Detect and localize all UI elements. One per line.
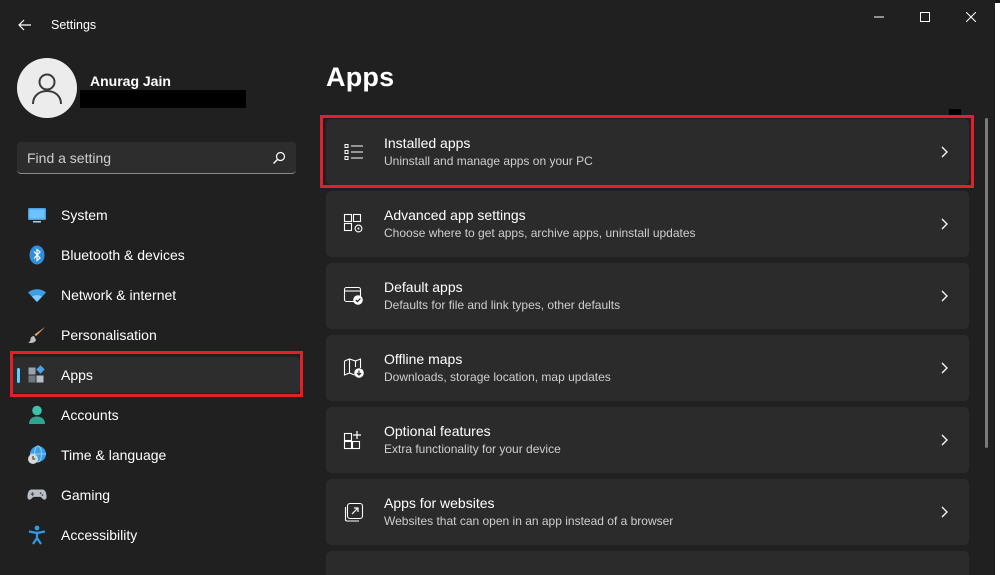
card-description: Downloads, storage location, map updates [384, 370, 611, 384]
minimize-button[interactable] [856, 5, 902, 29]
sidebar-item-accounts[interactable]: Accounts [12, 397, 300, 433]
chevron-right-icon [941, 506, 948, 518]
user-name: Anurag Jain [90, 73, 171, 89]
settings-window: Settings Anurag Jain Find a setting Syst… [0, 0, 995, 575]
user-icon [32, 73, 62, 105]
sidebar-item-bluetooth-devices[interactable]: Bluetooth & devices [12, 237, 300, 273]
sidebar-item-label: Bluetooth & devices [61, 247, 185, 263]
card-description: Extra functionality for your device [384, 442, 561, 456]
list-icon [343, 141, 365, 163]
card-apps-for-websites[interactable]: Apps for websites Websites that can open… [326, 479, 969, 545]
sidebar-item-network-internet[interactable]: Network & internet [12, 277, 300, 313]
card-description: Uninstall and manage apps on your PC [384, 154, 593, 168]
app-settings-icon [343, 213, 365, 235]
sidebar-item-label: Apps [61, 367, 93, 383]
paintbrush-icon [27, 325, 47, 345]
maximize-icon [920, 12, 930, 22]
sidebar-item-personalisation[interactable]: Personalisation [12, 317, 300, 353]
sidebar-item-label: System [61, 207, 108, 223]
sidebar-item-apps[interactable]: Apps [12, 357, 300, 393]
wifi-icon [27, 285, 47, 305]
bluetooth-icon [27, 245, 47, 265]
chevron-right-icon [941, 434, 948, 446]
sidebar-item-label: Gaming [61, 487, 111, 503]
search-icon[interactable] [272, 151, 286, 165]
back-button[interactable] [14, 14, 36, 36]
gamepad-icon [27, 485, 47, 505]
default-apps-icon [343, 285, 365, 307]
chevron-right-icon [941, 290, 948, 302]
card-title: Apps for websites [384, 495, 495, 511]
close-icon [966, 12, 976, 22]
settings-search[interactable] [17, 142, 296, 174]
card-optional-features[interactable]: Optional features Extra functionality fo… [326, 407, 969, 473]
sidebar-item-accessibility[interactable]: Accessibility [12, 517, 300, 553]
maximize-button[interactable] [902, 5, 948, 29]
back-arrow-icon [18, 19, 31, 31]
sidebar-item-label: Network & internet [61, 287, 177, 303]
open-external-icon [343, 501, 365, 523]
card-description: Websites that can open in an app instead… [384, 514, 674, 528]
card-installed-apps[interactable]: Installed apps Uninstall and manage apps… [326, 119, 969, 185]
sidebar-item-label: Time & language [61, 447, 167, 463]
optional-features-icon [343, 429, 365, 451]
chevron-right-icon [941, 218, 948, 230]
user-email-redacted [80, 90, 246, 108]
card-advanced-app-settings[interactable]: Advanced app settings Choose where to ge… [326, 191, 969, 257]
card-title: Optional features [384, 423, 491, 439]
window-edge [995, 0, 1000, 575]
sidebar-item-time-language[interactable]: Time & language [12, 437, 300, 473]
time-language-icon [27, 445, 47, 465]
window-title: Settings [51, 18, 97, 32]
card-description: Choose where to get apps, archive apps, … [384, 226, 696, 240]
sidebar-item-label: Accessibility [61, 527, 138, 543]
map-icon [343, 357, 365, 379]
chevron-right-icon [941, 362, 948, 374]
scrollbar[interactable] [985, 118, 988, 448]
title-bar: Settings [0, 0, 995, 50]
card-partial[interactable] [326, 551, 969, 575]
sidebar-item-system[interactable]: System [12, 197, 300, 233]
accounts-icon [27, 405, 47, 425]
card-title: Offline maps [384, 351, 463, 367]
sidebar-item-label: Personalisation [61, 327, 157, 343]
search-input[interactable] [27, 148, 257, 168]
page-title: Apps [326, 62, 395, 92]
card-default-apps[interactable]: Default apps Defaults for file and link … [326, 263, 969, 329]
card-title: Default apps [384, 279, 463, 295]
system-icon [27, 205, 47, 225]
card-title: Advanced app settings [384, 207, 526, 223]
avatar[interactable] [17, 58, 77, 118]
window-edge-top [995, 0, 1000, 3]
close-button[interactable] [948, 5, 994, 29]
card-offline-maps[interactable]: Offline maps Downloads, storage location… [326, 335, 969, 401]
apps-icon [27, 365, 47, 385]
sidebar-item-gaming[interactable]: Gaming [12, 477, 300, 513]
redaction-mark [949, 109, 961, 117]
selection-indicator [17, 368, 20, 383]
chevron-right-icon [941, 146, 948, 158]
sidebar-item-label: Accounts [61, 407, 119, 423]
card-description: Defaults for file and link types, other … [384, 298, 621, 312]
minimize-icon [874, 16, 884, 18]
accessibility-icon [27, 525, 47, 545]
card-title: Installed apps [384, 135, 471, 151]
